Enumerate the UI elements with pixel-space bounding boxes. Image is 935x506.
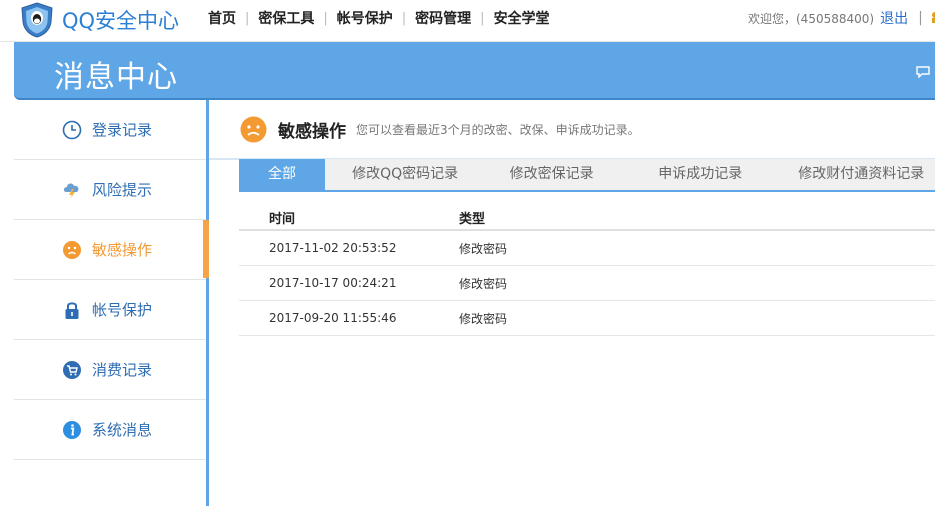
main-content: 敏感操作 您可以查看最近3个月的改密、改保、申诉成功记录。 全部 修改QQ密码记… [209, 100, 935, 506]
nav-separator: | [245, 10, 250, 26]
table-row: 2017-10-17 00:24:21 修改密码 [239, 266, 935, 301]
section-header: 敏感操作 您可以查看最近3个月的改密、改保、申诉成功记录。 [240, 116, 640, 143]
user-separator: | [918, 10, 923, 26]
column-header-type: 类型 [459, 212, 486, 227]
record-time: 2017-11-02 20:53:52 [269, 241, 397, 255]
chat-bubble-icon[interactable] [916, 63, 930, 79]
nav-home[interactable]: 首页 [208, 8, 236, 28]
record-type: 修改密码 [459, 241, 508, 256]
nav-separator: | [480, 10, 485, 26]
tab-tenpay-info-changes[interactable]: 修改财付通资料记录 [782, 159, 935, 190]
user-menu-icon[interactable] [931, 11, 935, 26]
info-icon [62, 420, 82, 440]
sidebar-item-risk-alerts[interactable]: 风险提示 [14, 160, 206, 220]
nav-separator: | [401, 10, 407, 26]
nav-security-tools[interactable]: 密保工具 [258, 8, 314, 28]
sidebar-item-label: 系统消息 [92, 421, 153, 439]
filter-tabs: 全部 修改QQ密码记录 修改密保记录 申诉成功记录 修改财付通资料记录 [239, 159, 935, 192]
logo-text: QQ安全中心 [62, 9, 180, 33]
qq-security-logo[interactable]: QQ安全中心 [20, 0, 179, 40]
sidebar-item-label: 登录记录 [92, 121, 153, 139]
records-table: 时间 类型 2017-11-02 20:53:52 修改密码 2017-10-1… [239, 206, 935, 336]
section-title: 敏感操作 [278, 122, 346, 142]
sidebar-item-system-messages[interactable]: 系统消息 [14, 400, 206, 460]
welcome-text: 欢迎您，(450588400) [748, 11, 875, 26]
lightning-cloud-icon [62, 180, 82, 200]
section-description: 您可以查看最近3个月的改密、改保、申诉成功记录。 [356, 123, 640, 137]
user-area: 欢迎您，(450588400) 退出 | [748, 0, 935, 36]
sad-face-icon [240, 116, 267, 143]
sidebar-item-login-records[interactable]: 登录记录 [14, 100, 206, 160]
top-bar: QQ安全中心 首页 | 密保工具 | 帐号保护 | 密码管理 | 安全学堂 欢迎… [0, 0, 935, 42]
shield-logo-icon [20, 2, 54, 38]
tab-all[interactable]: 全部 [239, 159, 325, 190]
lock-icon [62, 300, 82, 320]
nav-separator: | [323, 10, 328, 26]
table-header: 时间 类型 [239, 206, 935, 231]
nav-password-management[interactable]: 密码管理 [415, 8, 471, 28]
logout-link[interactable]: 退出 [880, 8, 908, 28]
tab-appeal-success[interactable]: 申诉成功记录 [618, 159, 782, 190]
sad-face-icon [62, 240, 82, 260]
cart-icon [62, 360, 82, 380]
record-time: 2017-09-20 11:55:46 [269, 311, 397, 325]
clock-icon [62, 120, 82, 140]
nav-security-school[interactable]: 安全学堂 [494, 8, 550, 28]
sidebar-item-label: 敏感操作 [92, 241, 153, 259]
record-type: 修改密码 [459, 276, 508, 291]
record-type: 修改密码 [459, 311, 508, 326]
table-row: 2017-09-20 11:55:46 修改密码 [239, 301, 935, 336]
tab-qq-password-changes[interactable]: 修改QQ密码记录 [325, 159, 485, 190]
main-nav: 首页 | 密保工具 | 帐号保护 | 密码管理 | 安全学堂 [208, 0, 550, 36]
record-time: 2017-10-17 00:24:21 [269, 276, 397, 290]
sidebar-item-label: 帐号保护 [92, 301, 153, 319]
sidebar-item-account-protection[interactable]: 帐号保护 [14, 280, 206, 340]
message-center-banner: 消息中心 [14, 42, 935, 100]
sidebar-item-consumption-records[interactable]: 消费记录 [14, 340, 206, 400]
sidebar-item-sensitive-operations[interactable]: 敏感操作 [14, 220, 206, 280]
page-title: 消息中心 [54, 60, 178, 95]
sidebar: 登录记录 风险提示 敏感操作 帐号保护 消费记录 系统消息 [14, 100, 206, 506]
sidebar-item-label: 风险提示 [92, 181, 153, 199]
column-header-time: 时间 [269, 212, 296, 227]
sidebar-item-label: 消费记录 [92, 361, 153, 379]
nav-account-protection[interactable]: 帐号保护 [337, 8, 393, 28]
table-row: 2017-11-02 20:53:52 修改密码 [239, 231, 935, 266]
tab-security-changes[interactable]: 修改密保记录 [485, 159, 618, 190]
